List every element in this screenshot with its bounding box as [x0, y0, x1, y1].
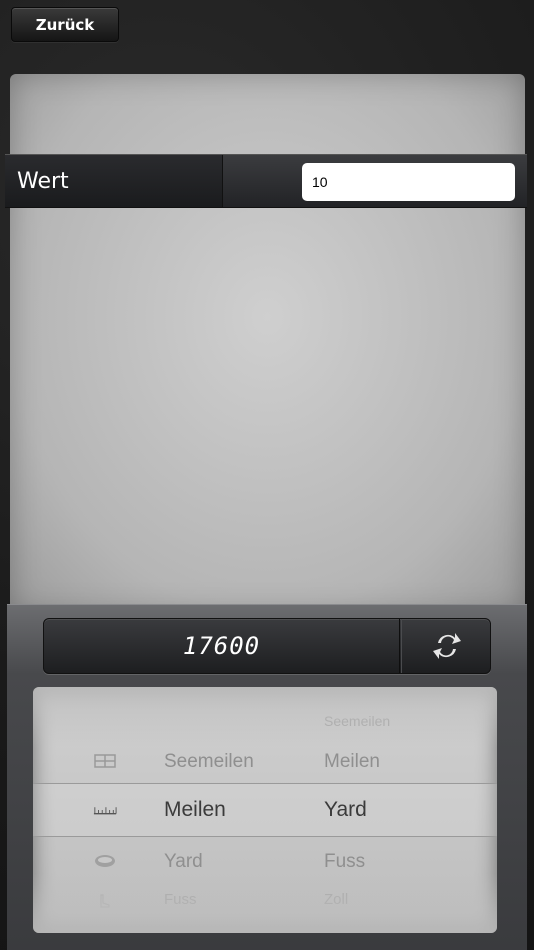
- to-unit-item[interactable]: Meilen: [324, 751, 380, 773]
- unit-picker[interactable]: Seemeilen Seemeilen Meilen Meilen Yard Y…: [33, 687, 497, 933]
- picker-row-selected[interactable]: Meilen Yard: [33, 792, 497, 832]
- to-unit-item[interactable]: Fuss: [324, 851, 365, 873]
- to-unit-selected[interactable]: Yard: [324, 798, 367, 822]
- picker-row[interactable]: Seemeilen: [33, 709, 497, 749]
- foot-icon: [93, 891, 117, 911]
- ruler-icon: [93, 800, 117, 820]
- grid-icon: [93, 751, 117, 771]
- back-button[interactable]: Zurück: [11, 7, 119, 42]
- to-unit-item[interactable]: Zoll: [324, 891, 348, 908]
- from-unit-item[interactable]: Yard: [164, 851, 203, 873]
- result-value: 17600: [44, 619, 400, 673]
- to-unit-item[interactable]: Seemeilen: [324, 713, 390, 729]
- tape-measure-icon: [93, 851, 117, 871]
- from-unit-selected[interactable]: Meilen: [164, 798, 226, 822]
- value-row: Wert: [5, 154, 527, 208]
- value-label: Wert: [5, 155, 223, 207]
- swap-button[interactable]: [401, 619, 491, 673]
- result-bar: 17600: [43, 618, 491, 674]
- from-unit-item[interactable]: Fuss: [164, 891, 197, 908]
- picker-row[interactable]: Yard Fuss: [33, 845, 497, 885]
- from-unit-item[interactable]: Seemeilen: [164, 751, 254, 773]
- value-input[interactable]: [302, 163, 515, 201]
- swap-arrows-icon: [432, 633, 461, 659]
- converter-area: 17600 Seemeilen Seemeilen Meilen Meilen …: [7, 604, 527, 950]
- picker-row[interactable]: Seemeilen Meilen: [33, 745, 497, 785]
- picker-row[interactable]: Fuss Zoll: [33, 887, 497, 927]
